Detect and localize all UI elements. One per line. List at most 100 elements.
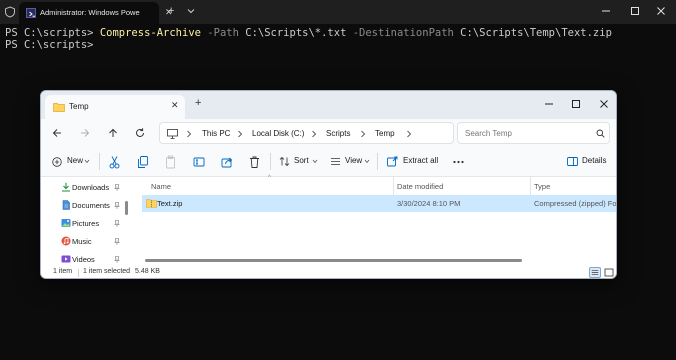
shield-icon[interactable] (4, 6, 16, 18)
nav-label: Videos (72, 255, 95, 264)
explorer-titlebar: Temp ✕ + (41, 91, 616, 119)
chevron-right-icon[interactable] (186, 130, 192, 138)
view-label: View (345, 156, 363, 165)
nav-pane-scrollbar[interactable] (124, 183, 129, 261)
view-button[interactable]: View (330, 155, 370, 169)
navigation-pane: Downloads Documents Pictures Music Video (41, 177, 132, 266)
explorer-body: Downloads Documents Pictures Music Video (41, 175, 617, 266)
rename-icon[interactable] (193, 155, 205, 169)
powershell-icon (26, 8, 36, 18)
nav-item-pictures[interactable]: Pictures (41, 215, 123, 233)
forward-arrow-icon[interactable] (79, 127, 91, 139)
column-header-type[interactable]: Type (531, 177, 616, 195)
command-bar: New Sort View Extract all Details (41, 147, 616, 177)
search-icon (596, 129, 605, 138)
music-icon (61, 236, 71, 246)
minimize-icon[interactable] (600, 5, 612, 17)
extract-icon (387, 156, 398, 167)
status-bar: 1 item 1 item selected 5.48 KB (41, 266, 616, 278)
sort-button[interactable]: Sort (279, 155, 319, 169)
column-header-name[interactable]: Name (141, 177, 394, 195)
address-bar[interactable]: This PC Local Disk (C:) Scripts Temp (159, 122, 454, 144)
new-tab-button[interactable]: + (195, 97, 201, 109)
plus-circle-icon (52, 157, 62, 167)
delete-icon[interactable] (249, 155, 260, 169)
close-window-icon[interactable] (599, 99, 609, 109)
nav-item-music[interactable]: Music (41, 233, 123, 251)
column-header-date[interactable]: Date modified (394, 177, 530, 195)
new-button[interactable]: New (52, 155, 92, 169)
prompt: PS C:\scripts> (5, 27, 100, 39)
up-arrow-icon[interactable] (107, 127, 119, 139)
maximize-icon[interactable] (571, 99, 581, 109)
this-pc-icon (167, 129, 178, 139)
tiles-view-icon[interactable] (603, 267, 615, 278)
details-pane-icon (567, 157, 578, 166)
terminal-line: PS C:\scripts> (5, 39, 100, 52)
cmdlet-name: Compress-Archive (99, 27, 201, 39)
nav-item-documents[interactable]: Documents (41, 197, 123, 215)
refresh-icon[interactable] (134, 127, 146, 139)
pictures-icon (61, 219, 71, 227)
terminal-titlebar: Administrator: Windows PowerShell ✕ + (0, 0, 676, 24)
cut-icon[interactable] (109, 155, 120, 169)
explorer-tab-title: Temp (69, 102, 89, 111)
file-type: Compressed (zipped) Folder (534, 199, 617, 208)
explorer-tab[interactable]: Temp ✕ (45, 95, 185, 119)
chevron-down-icon (364, 159, 370, 164)
sort-icon (279, 156, 290, 167)
nav-label: Music (72, 237, 92, 246)
pin-icon[interactable] (114, 256, 120, 263)
selected-size: 5.48 KB (135, 268, 160, 275)
chevron-down-icon[interactable] (186, 6, 196, 16)
videos-icon (61, 255, 71, 263)
search-box[interactable]: Search Temp (457, 122, 610, 144)
pin-icon[interactable] (114, 184, 120, 191)
close-window-icon[interactable] (655, 5, 667, 17)
chevron-down-icon (312, 159, 318, 164)
horizontal-scrollbar[interactable] (145, 258, 522, 263)
back-arrow-icon[interactable] (51, 127, 63, 139)
column-name-label: Name (151, 182, 172, 191)
share-icon[interactable] (221, 155, 233, 169)
view-icon (331, 158, 340, 165)
pin-icon[interactable] (114, 238, 120, 245)
column-type-label: Type (534, 182, 551, 191)
file-list: ^ Name Date modified Type Text.zip 3/30/… (141, 175, 617, 266)
terminal-tab[interactable]: Administrator: Windows PowerShell ✕ (19, 2, 173, 24)
nav-item-downloads[interactable]: Downloads (41, 179, 123, 197)
extract-all-button[interactable]: Extract all (387, 155, 447, 169)
details-label: Details (582, 156, 607, 165)
paste-icon[interactable] (165, 155, 176, 169)
minimize-icon[interactable] (544, 99, 554, 109)
new-tab-button[interactable]: + (168, 5, 174, 17)
new-label: New (67, 156, 84, 165)
selected-count: 1 item selected (83, 268, 131, 275)
table-row[interactable]: Text.zip 3/30/2024 8:10 PM Compressed (z… (142, 195, 617, 212)
chevron-right-icon[interactable] (311, 130, 317, 138)
terminal-tab-title: Administrator: Windows PowerShell (40, 8, 140, 17)
breadcrumb-local-disk[interactable]: Local Disk (C:) (252, 129, 304, 138)
breadcrumb-temp[interactable]: Temp (375, 129, 395, 138)
breadcrumb-this-pc[interactable]: This PC (202, 129, 230, 138)
download-icon (62, 182, 70, 192)
copy-icon[interactable] (137, 155, 149, 169)
nav-label: Downloads (72, 183, 110, 192)
more-options-icon[interactable] (453, 155, 464, 169)
chevron-right-icon[interactable] (360, 130, 366, 138)
file-date: 3/30/2024 8:10 PM (397, 199, 461, 208)
chevron-right-icon[interactable] (406, 130, 412, 138)
pin-icon[interactable] (114, 202, 120, 209)
toolbar-divider (270, 153, 271, 170)
breadcrumb-scripts[interactable]: Scripts (326, 129, 350, 138)
argument: C:\Scripts\*.txt (238, 27, 347, 39)
scrollbar-thumb[interactable] (125, 201, 128, 215)
toolbar-divider (377, 153, 378, 170)
maximize-icon[interactable] (629, 5, 641, 17)
close-tab-icon[interactable]: ✕ (171, 100, 179, 111)
pin-icon[interactable] (114, 220, 120, 227)
scrollbar-thumb[interactable] (145, 259, 522, 262)
chevron-right-icon[interactable] (237, 130, 243, 138)
details-view-icon[interactable] (589, 267, 601, 278)
details-button[interactable]: Details (567, 155, 607, 169)
